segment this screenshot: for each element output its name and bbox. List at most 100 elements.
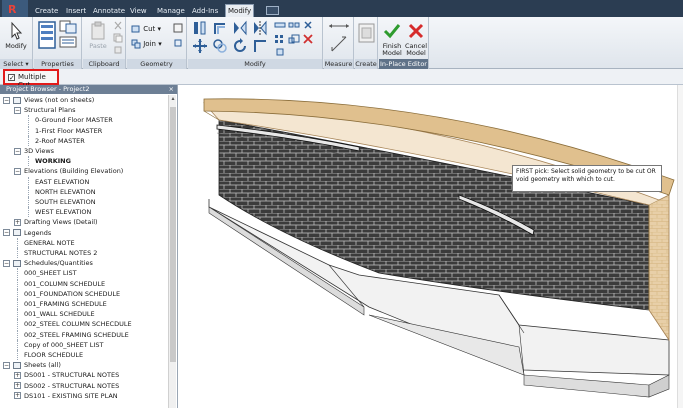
tree-item[interactable]: 002_STEEL COLUMN SCHECDULE [24, 319, 132, 329]
paste-icon [91, 21, 105, 40]
array-icon[interactable] [274, 34, 286, 44]
trim-extend-icon[interactable] [252, 38, 268, 54]
tree-item[interactable]: Structural Plans [24, 105, 75, 115]
tree-toggle-icon[interactable]: + [14, 392, 21, 400]
tree-item[interactable]: DS002 - STRUCTURAL NOTES [24, 381, 119, 391]
status-tooltip: FIRST pick: Select solid geometry to be … [512, 165, 662, 192]
copy-icon[interactable] [113, 33, 123, 43]
split-face-icon[interactable] [173, 23, 183, 33]
mirror-draw-icon[interactable] [252, 20, 268, 36]
scroll-up-icon[interactable]: ▴ [169, 95, 177, 103]
rotate-icon[interactable] [232, 38, 248, 54]
tree-item[interactable]: Views (not on sheets) [24, 95, 94, 105]
clipboard-panel-label: Clipboard [83, 59, 125, 69]
tree-item[interactable]: Elevations (Building Elevation) [24, 166, 123, 176]
finish-model-button[interactable]: Finish Model [380, 21, 404, 57]
match-properties-icon[interactable] [113, 45, 123, 55]
3d-viewport[interactable]: FIRST pick: Select solid geometry to be … [179, 85, 683, 408]
cut-geometry-button[interactable]: Cut ▾ [131, 24, 161, 34]
tree-toggle-icon[interactable]: − [14, 106, 21, 114]
tree-connector [17, 309, 18, 320]
tab-annotate[interactable]: Annotate [91, 5, 127, 17]
tree-item[interactable]: GENERAL NOTE [24, 238, 75, 248]
split-element-icon[interactable] [274, 20, 286, 30]
tree-item[interactable]: 0-Ground Floor MASTER [35, 115, 113, 125]
tree-toggle-icon[interactable]: − [3, 229, 10, 237]
paint-icon[interactable] [173, 38, 183, 48]
tree-item[interactable]: 3D Views [24, 146, 54, 156]
tree-item[interactable]: SOUTH ELEVATION [35, 197, 96, 207]
tree-item[interactable]: 1-First Floor MASTER [35, 126, 102, 136]
tree-item[interactable]: 001_COLUMN SCHEDULE [24, 279, 105, 289]
tree-toggle-icon[interactable]: + [14, 382, 21, 390]
tree-toggle-icon[interactable]: + [14, 218, 21, 226]
measure-panel-label: Measure [324, 59, 353, 69]
tree-toggle-icon[interactable]: − [3, 259, 10, 267]
split-with-gap-icon[interactable] [288, 20, 300, 30]
tree-item[interactable]: 001_WALL SCHEDULE [24, 309, 95, 319]
application-menu-button[interactable]: R [2, 0, 28, 17]
dimension-icon[interactable] [330, 35, 348, 53]
tree-item[interactable]: DS001 - STRUCTURAL NOTES [24, 370, 119, 380]
tree-item[interactable]: 001_FRAMING SCHEDULE [24, 299, 107, 309]
scale-icon[interactable] [288, 34, 300, 44]
wall-model-graphic[interactable] [179, 85, 683, 408]
tree-toggle-icon[interactable]: + [14, 371, 21, 379]
tree-item[interactable]: Legends [24, 228, 51, 238]
scrollbar-thumb[interactable] [170, 107, 176, 362]
measure-icon[interactable] [328, 21, 350, 31]
tab-insert[interactable]: Insert [64, 5, 88, 17]
tree-item[interactable]: FLOOR SCHEDULE [24, 350, 83, 360]
cancel-model-button[interactable]: Cancel Model [404, 21, 428, 57]
delete-icon[interactable] [302, 34, 314, 44]
ribbon-minimize-icon[interactable] [266, 6, 279, 15]
tree-item[interactable]: STRUCTURAL NOTES 2 [24, 248, 97, 258]
tree-connector [17, 288, 18, 299]
cut-scissors-icon[interactable] [113, 21, 123, 31]
tree-connector [17, 278, 18, 289]
tree-item[interactable]: Schedules/Quantities [24, 258, 93, 268]
paste-button[interactable]: Paste [85, 21, 111, 50]
browser-scrollbar[interactable]: ▴ [168, 95, 176, 408]
tab-modify[interactable]: Modify [225, 4, 255, 17]
type-properties-icon[interactable] [59, 20, 77, 34]
tree-item[interactable]: WORKING [35, 156, 71, 166]
offset-icon[interactable] [212, 20, 228, 36]
tree-toggle-icon[interactable]: − [3, 361, 10, 369]
properties-icon[interactable] [38, 21, 56, 51]
tree-item[interactable]: Sheets (all) [24, 360, 61, 370]
tree-item[interactable]: Copy of 000_SHEET LIST [24, 340, 103, 350]
tab-view[interactable]: View [128, 5, 149, 17]
family-types-icon[interactable] [59, 36, 77, 48]
tree-toggle-icon[interactable]: − [3, 96, 10, 104]
tab-create[interactable]: Create [33, 5, 60, 17]
multiple-cut-option[interactable]: ✓ Multiple Cut [3, 69, 59, 89]
tree-item[interactable]: WEST ELEVATION [35, 207, 91, 217]
tree-item[interactable]: 001_FOUNDATION SCHEDULE [24, 289, 120, 299]
tab-add-ins[interactable]: Add-Ins [190, 5, 220, 17]
create-group-icon[interactable] [358, 23, 375, 43]
tree-toggle-icon[interactable]: − [14, 147, 21, 155]
tree-item[interactable]: DS101 - EXISTING SITE PLAN [24, 391, 118, 401]
copy-element-icon[interactable] [212, 38, 228, 54]
checkmark-icon [383, 24, 401, 39]
tree-item[interactable]: NORTH ELEVATION [35, 187, 96, 197]
align-icon[interactable] [192, 20, 208, 36]
join-geometry-button[interactable]: Join ▾ [131, 39, 162, 49]
close-icon[interactable]: × [169, 85, 174, 94]
select-panel-label[interactable]: Select ▾ [0, 59, 32, 69]
mirror-axis-icon[interactable] [232, 20, 248, 36]
tree-item[interactable]: 2-Roof MASTER [35, 136, 85, 146]
unpin-icon[interactable] [274, 47, 286, 57]
tree-item[interactable]: 002_STEEL FRAMING SCHEDULE [24, 330, 129, 340]
move-icon[interactable] [192, 38, 208, 54]
multiple-cut-checkbox[interactable]: ✓ [8, 74, 15, 82]
viewport-scrollbar[interactable] [677, 85, 683, 408]
pin-icon[interactable] [302, 20, 314, 30]
tree-toggle-icon[interactable]: − [14, 167, 21, 175]
tab-manage[interactable]: Manage [155, 5, 187, 17]
tree-item[interactable]: 000_SHEET LIST [24, 268, 77, 278]
tree-item[interactable]: Drafting Views (Detail) [24, 217, 98, 227]
tree-item[interactable]: EAST ELEVATION [35, 177, 89, 187]
modify-button[interactable]: Modify [3, 21, 29, 50]
